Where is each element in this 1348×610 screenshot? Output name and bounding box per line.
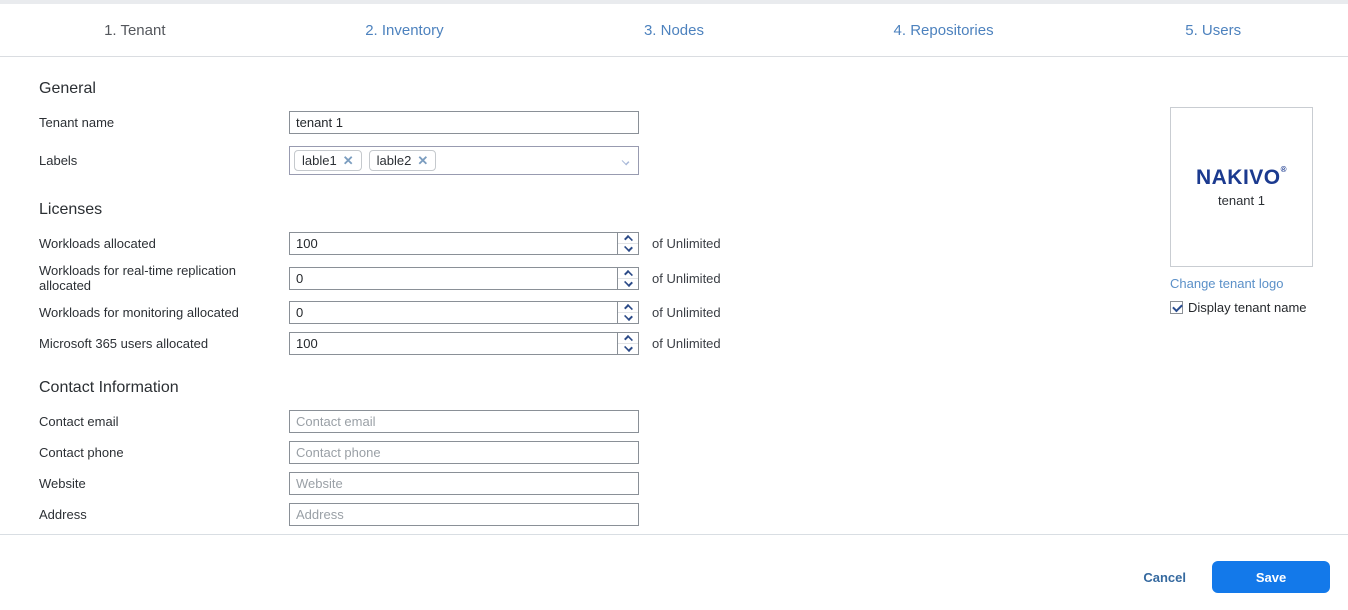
monitoring-field [289,301,639,324]
workloads-allocated-input[interactable] [290,233,617,254]
labels-row: Labels lable1 ✕ lable2 ✕ [39,146,1348,175]
m365-users-label: Microsoft 365 users allocated [39,336,289,351]
nakivo-logo: NAKIVO® [1196,167,1287,188]
tenant-logo-panel: NAKIVO® tenant 1 Change tenant logo Disp… [1170,107,1316,315]
remove-tag-icon[interactable]: ✕ [417,154,428,167]
label-tag-text: lable2 [377,153,412,168]
monitoring-label: Workloads for monitoring allocated [39,305,289,320]
limit-suffix: of Unlimited [652,336,721,351]
limit-suffix: of Unlimited [652,236,721,251]
spinner-down-icon[interactable] [618,279,638,289]
m365-users-row: Microsoft 365 users allocated of Unlimit… [39,332,1348,355]
contact-phone-label: Contact phone [39,445,289,460]
licenses-heading: Licenses [39,201,1348,219]
tenant-name-input[interactable] [289,111,639,134]
registered-mark: ® [1281,165,1287,174]
monitoring-row: Workloads for monitoring allocated of Un… [39,301,1348,324]
contact-email-input[interactable] [289,410,639,433]
m365-users-input[interactable] [290,333,617,354]
tenant-logo-preview: NAKIVO® tenant 1 [1170,107,1313,267]
spinner [617,233,638,254]
label-tag-text: lable1 [302,153,337,168]
address-input[interactable] [289,503,639,526]
contact-phone-row: Contact phone [39,441,1348,464]
save-button[interactable]: Save [1212,561,1330,593]
limit-suffix: of Unlimited [652,271,721,286]
address-row: Address [39,503,1348,526]
spinner [617,302,638,323]
limit-suffix: of Unlimited [652,305,721,320]
spinner-down-icon[interactable] [618,344,638,354]
cancel-button[interactable]: Cancel [1143,570,1186,585]
workloads-allocated-row: Workloads allocated of Unlimited [39,232,1348,255]
website-row: Website [39,472,1348,495]
website-input[interactable] [289,472,639,495]
workloads-allocated-label: Workloads allocated [39,236,289,251]
display-tenant-name-row: Display tenant name [1170,300,1316,315]
step-inventory[interactable]: 2. Inventory [270,22,540,39]
spinner-down-icon[interactable] [618,313,638,323]
display-tenant-name-checkbox[interactable] [1170,301,1183,314]
realtime-replication-input[interactable] [290,268,617,289]
footer-bar: Cancel Save [0,534,1348,593]
monitoring-input[interactable] [290,302,617,323]
display-tenant-name-label: Display tenant name [1188,300,1307,315]
realtime-replication-row: Workloads for real-time replication allo… [39,263,1348,293]
spinner-up-icon[interactable] [618,268,638,279]
tenant-name-row: Tenant name [39,111,1348,134]
remove-tag-icon[interactable]: ✕ [343,154,354,167]
step-tenant[interactable]: 1. Tenant [0,22,270,39]
tenant-form: General Tenant name Labels lable1 ✕ labl… [0,58,1348,534]
step-users[interactable]: 5. Users [1078,22,1348,39]
step-repositories[interactable]: 4. Repositories [809,22,1079,39]
address-label: Address [39,507,289,522]
step-nodes[interactable]: 3. Nodes [539,22,809,39]
contact-email-label: Contact email [39,414,289,429]
website-label: Website [39,476,289,491]
labels-label: Labels [39,153,289,168]
label-tag: lable2 ✕ [369,150,437,171]
spinner [617,268,638,289]
change-tenant-logo-link[interactable]: Change tenant logo [1170,276,1283,291]
label-tag: lable1 ✕ [294,150,362,171]
workloads-allocated-field [289,232,639,255]
contact-heading: Contact Information [39,379,1348,397]
wizard-steps: 1. Tenant 2. Inventory 3. Nodes 4. Repos… [0,4,1348,57]
tenant-name-label: Tenant name [39,115,289,130]
spinner-down-icon[interactable] [618,244,638,254]
labels-multiselect[interactable]: lable1 ✕ lable2 ✕ [289,146,639,175]
m365-users-field [289,332,639,355]
realtime-replication-field [289,267,639,290]
chevron-down-icon[interactable] [621,157,630,166]
general-heading: General [39,80,1348,98]
realtime-replication-label: Workloads for real-time replication allo… [39,263,289,293]
spinner [617,333,638,354]
contact-email-row: Contact email [39,410,1348,433]
contact-phone-input[interactable] [289,441,639,464]
logo-tenant-name: tenant 1 [1218,193,1265,208]
